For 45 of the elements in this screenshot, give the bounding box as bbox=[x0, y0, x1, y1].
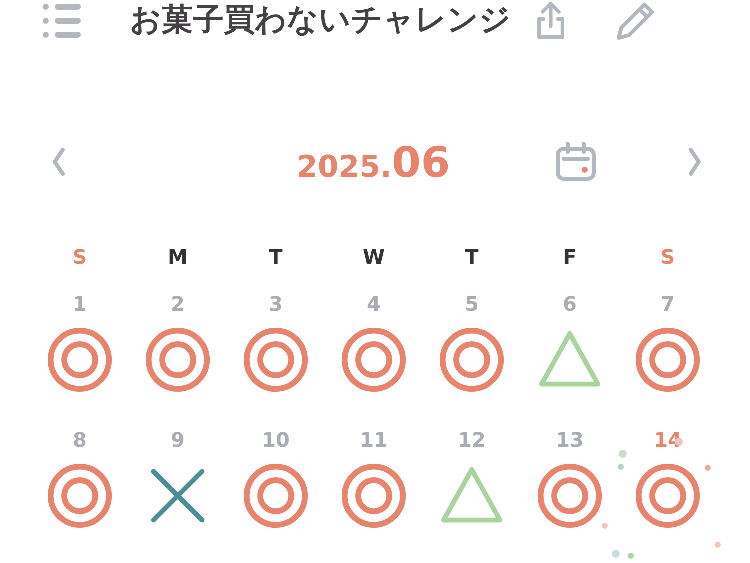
confetti-dot bbox=[628, 553, 634, 559]
day-number[interactable]: 3 bbox=[269, 290, 283, 318]
double-circle-icon bbox=[144, 326, 212, 394]
weekday-label: S bbox=[660, 244, 676, 271]
day-number[interactable]: 6 bbox=[563, 290, 577, 318]
day-number[interactable]: 7 bbox=[661, 290, 675, 318]
day-number[interactable]: 8 bbox=[73, 426, 87, 454]
calendar-icon[interactable] bbox=[555, 142, 597, 182]
weekday-label: T bbox=[269, 244, 283, 271]
weekday-label: S bbox=[72, 244, 88, 271]
weekday-label: T bbox=[465, 244, 479, 271]
double-circle-icon bbox=[242, 462, 310, 530]
double-circle-icon bbox=[46, 326, 114, 394]
double-circle-icon bbox=[340, 326, 408, 394]
double-circle-icon bbox=[242, 326, 310, 394]
day-number[interactable]: 2 bbox=[171, 290, 185, 318]
day-number[interactable]: 5 bbox=[465, 290, 479, 318]
weekday-label: F bbox=[563, 244, 577, 271]
confetti-dot bbox=[619, 450, 627, 458]
day-number[interactable]: 4 bbox=[367, 290, 381, 318]
confetti-dot bbox=[705, 465, 711, 471]
confetti-dot bbox=[618, 464, 624, 470]
menu-icon[interactable] bbox=[42, 3, 82, 39]
double-circle-icon bbox=[340, 462, 408, 530]
confetti-dot bbox=[715, 542, 721, 548]
confetti-dot bbox=[612, 550, 620, 558]
month-label: 2025.06 bbox=[297, 138, 452, 186]
confetti-dot bbox=[602, 523, 608, 529]
pencil-icon[interactable] bbox=[615, 0, 657, 42]
day-number[interactable]: 11 bbox=[360, 426, 388, 454]
day-number[interactable]: 10 bbox=[262, 426, 290, 454]
day-number[interactable]: 13 bbox=[556, 426, 584, 454]
double-circle-icon bbox=[634, 326, 702, 394]
weekday-label: M bbox=[168, 244, 188, 271]
previous-month-icon[interactable] bbox=[51, 147, 67, 177]
next-month-icon[interactable] bbox=[687, 147, 703, 177]
double-circle-icon bbox=[438, 326, 506, 394]
double-circle-icon bbox=[634, 462, 702, 530]
day-number[interactable]: 1 bbox=[73, 290, 87, 318]
day-number[interactable]: 12 bbox=[458, 426, 486, 454]
app-title: お菓子買わないチャレンジ bbox=[130, 1, 511, 40]
day-number[interactable]: 9 bbox=[171, 426, 185, 454]
weekday-label: W bbox=[362, 244, 386, 271]
double-circle-icon bbox=[536, 462, 604, 530]
double-circle-icon bbox=[46, 462, 114, 530]
